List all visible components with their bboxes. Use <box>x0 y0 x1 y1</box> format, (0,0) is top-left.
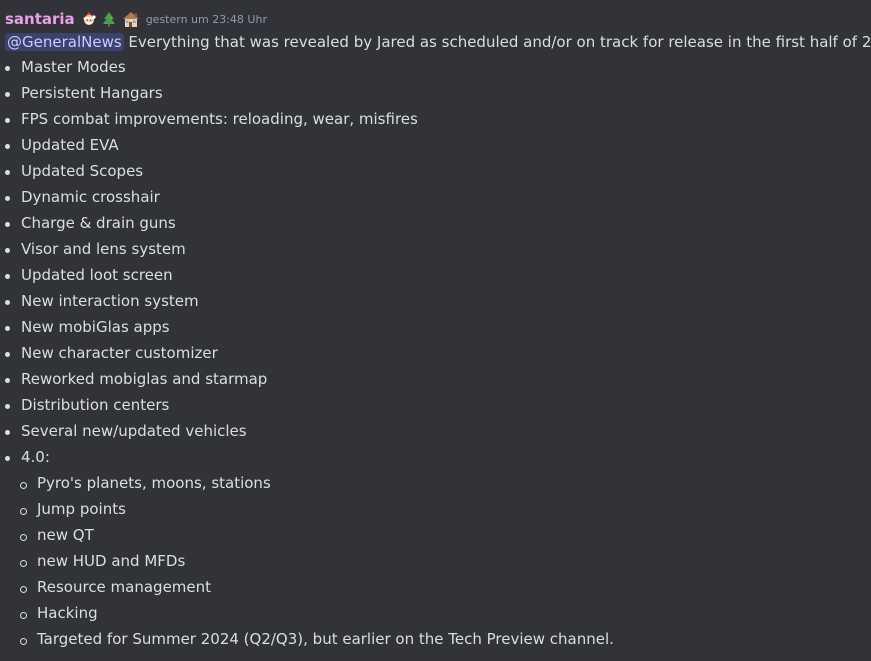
bullet-icon <box>5 222 10 227</box>
message-intro: @GeneralNews Everything that was reveale… <box>5 31 871 53</box>
chat-message: santaria gestern um 23:48 Uhr @GeneralNe… <box>0 0 871 661</box>
list-item-text: new HUD and MFDs <box>37 552 186 570</box>
bullet-icon <box>5 300 10 305</box>
list-item-text: 4.0: <box>21 448 50 466</box>
hollow-bullet-icon <box>20 482 27 489</box>
bullet-icon <box>5 456 10 461</box>
bullet-icon <box>5 404 10 409</box>
role-mention[interactable]: @GeneralNews <box>5 33 124 51</box>
hollow-bullet-icon <box>20 534 27 541</box>
list-item-text: Resource management <box>37 578 212 596</box>
list-item-text: Visor and lens system <box>21 240 186 258</box>
bullet-icon <box>5 144 10 149</box>
hollow-bullet-icon <box>20 560 27 567</box>
list-item-text: Updated EVA <box>21 136 119 154</box>
bullet-icon <box>5 378 10 383</box>
list-item-text: Pyro's planets, moons, stations <box>37 474 271 492</box>
message-header: santaria gestern um 23:48 Uhr <box>5 8 267 30</box>
intro-text: Everything that was revealed by Jared as… <box>123 33 871 51</box>
username[interactable]: santaria <box>5 10 75 28</box>
hollow-bullet-icon <box>20 612 27 619</box>
bullet-icon <box>5 118 10 123</box>
hollow-bullet-icon <box>20 508 27 515</box>
list-item-text: Jump points <box>37 500 126 518</box>
list-item-text: New character customizer <box>21 344 218 362</box>
bullet-icon <box>5 170 10 175</box>
list-item-text: Persistent Hangars <box>21 84 163 102</box>
list-item-text: Updated Scopes <box>21 162 144 180</box>
list-item-text: Updated loot screen <box>21 266 173 284</box>
list-item-text: Dynamic crosshair <box>21 188 160 206</box>
house-icon[interactable] <box>121 10 141 28</box>
hollow-bullet-icon <box>20 638 27 645</box>
list-item-text: Targeted for Summer 2024 (Q2/Q3), but ea… <box>37 630 614 648</box>
christmas-tree-icon[interactable] <box>102 10 116 28</box>
list-item-text: Master Modes <box>21 58 126 76</box>
bullet-icon <box>5 248 10 253</box>
bullet-icon <box>5 430 10 435</box>
list-item-text: Several new/updated vehicles <box>21 422 247 440</box>
list-item-text: FPS combat improvements: reloading, wear… <box>21 110 418 128</box>
bullet-icon <box>5 92 10 97</box>
list-item-text: New interaction system <box>21 292 199 310</box>
list-item-text: Distribution centers <box>21 396 170 414</box>
bullet-icon <box>5 326 10 331</box>
list-item-text: new QT <box>37 526 94 544</box>
list-item-text: Reworked mobiglas and starmap <box>21 370 268 388</box>
santa-face-icon[interactable] <box>81 10 97 28</box>
bullet-icon <box>5 352 10 357</box>
bullet-icon <box>5 274 10 279</box>
list-item-text: Charge & drain guns <box>21 214 176 232</box>
hollow-bullet-icon <box>20 586 27 593</box>
list-item-text: Hacking <box>37 604 98 622</box>
message-timestamp[interactable]: gestern um 23:48 Uhr <box>146 13 267 26</box>
bullet-icon <box>5 66 10 71</box>
bullet-icon <box>5 196 10 201</box>
list-item-text: New mobiGlas apps <box>21 318 170 336</box>
